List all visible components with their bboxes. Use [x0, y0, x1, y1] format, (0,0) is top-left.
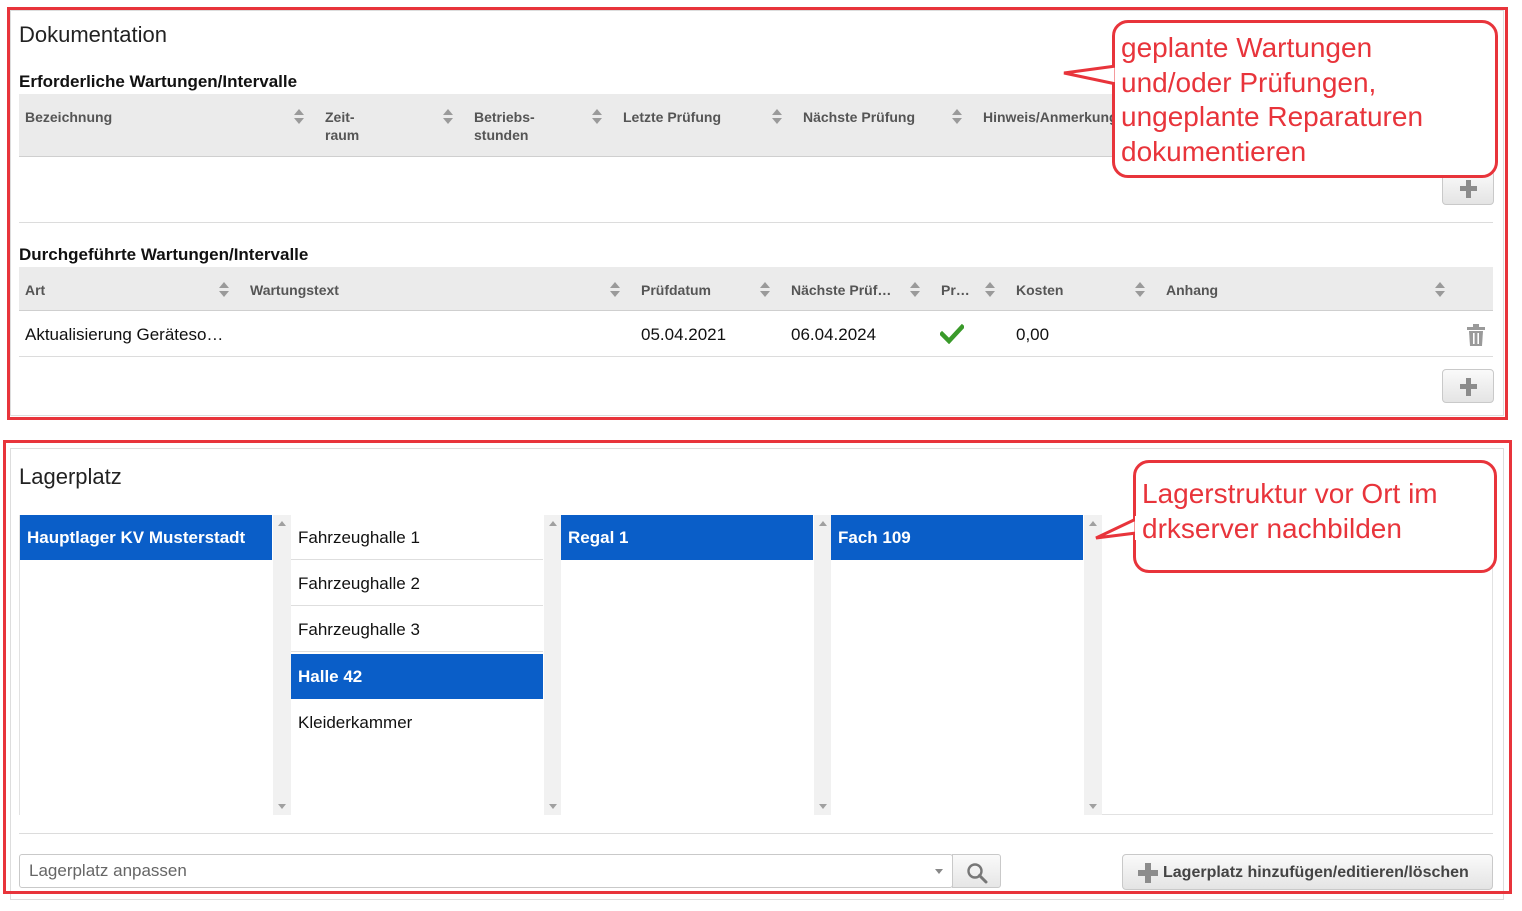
sort-icon[interactable]: [910, 282, 920, 298]
sort-icon[interactable]: [219, 282, 229, 298]
cell-naechste-pruefung: 06.04.2024: [791, 325, 877, 344]
scroll-up-icon[interactable]: [819, 521, 827, 526]
cell-art: Aktualisierung Geräteso…: [25, 325, 224, 344]
scrollbar[interactable]: [544, 515, 562, 815]
divider: [19, 356, 1493, 357]
list-item[interactable]: Kleiderkammer: [291, 700, 543, 745]
divider: [19, 833, 1493, 834]
trash-icon[interactable]: [1466, 324, 1486, 346]
scrollbar[interactable]: [1084, 515, 1102, 815]
sort-icon[interactable]: [294, 109, 304, 125]
list-item[interactable]: Regal 1: [561, 515, 813, 560]
col-header-naechste-pruefung[interactable]: Nächste Prüf…: [791, 281, 891, 299]
col-header-zeitraum[interactable]: Zeit- raum: [325, 108, 359, 144]
col-header-naechste-pruefung[interactable]: Nächste Prüfung: [803, 108, 915, 126]
search-icon: [967, 863, 988, 884]
list-item[interactable]: Fahrzeughalle 3: [291, 607, 543, 652]
list-item[interactable]: Halle 42: [291, 654, 543, 699]
sort-icon[interactable]: [1435, 282, 1445, 298]
sort-icon[interactable]: [772, 109, 782, 125]
storage-list-level-3[interactable]: Regal 1: [561, 515, 832, 815]
col-header-hinweis[interactable]: Hinweis/Anmerkung: [983, 108, 1113, 126]
storage-list-level-2[interactable]: Fahrzeughalle 1 Fahrzeughalle 2 Fahrzeug…: [291, 515, 562, 815]
sort-icon[interactable]: [443, 109, 453, 125]
scroll-up-icon[interactable]: [278, 521, 286, 526]
manage-storage-location-button[interactable]: Lagerplatz hinzufügen/editieren/löschen: [1122, 854, 1493, 890]
sort-icon[interactable]: [592, 109, 602, 125]
storage-list-level-1[interactable]: Hauptlager KV Musterstadt: [20, 515, 291, 815]
callout-pointer: [1063, 63, 1120, 88]
scroll-down-icon[interactable]: [819, 804, 827, 809]
sort-icon[interactable]: [760, 282, 770, 298]
col-header-betriebsstunden[interactable]: Betriebs- stunden: [474, 108, 535, 144]
list-item[interactable]: Hauptlager KV Musterstadt: [20, 515, 272, 560]
list-item[interactable]: Fach 109: [831, 515, 1083, 560]
sort-icon[interactable]: [985, 282, 995, 298]
scrollbar[interactable]: [273, 515, 291, 815]
col-header-anhang[interactable]: Anhang: [1166, 281, 1218, 299]
performed-maintenance-title: Durchgeführte Wartungen/Intervalle: [19, 245, 309, 264]
cell-pruefdatum: 05.04.2021: [641, 325, 727, 344]
col-header-bezeichnung[interactable]: Bezeichnung: [25, 108, 112, 126]
scroll-down-icon[interactable]: [278, 804, 286, 809]
documentation-title: Dokumentation: [19, 22, 167, 47]
storage-title: Lagerplatz: [19, 464, 122, 489]
sort-icon[interactable]: [610, 282, 620, 298]
col-header-kosten[interactable]: Kosten: [1016, 281, 1063, 299]
storage-location-select[interactable]: Lagerplatz anpassen: [19, 854, 953, 888]
cell-kosten: 0,00: [1016, 325, 1050, 344]
list-item[interactable]: Fahrzeughalle 2: [291, 561, 543, 606]
col-header-letzte-pruefung[interactable]: Letzte Prüfung: [623, 108, 721, 126]
annotation-callout-documentation: geplante Wartungen und/oder Prüfungen, u…: [1112, 20, 1498, 178]
performed-table-header: [19, 267, 1493, 311]
scroll-down-icon[interactable]: [549, 804, 557, 809]
check-icon: [940, 324, 964, 344]
col-header-wartungstext[interactable]: Wartungstext: [250, 281, 339, 299]
chevron-down-icon[interactable]: [935, 869, 943, 874]
action-button-label: Lagerplatz hinzufügen/editieren/löschen: [1163, 864, 1469, 881]
sort-icon[interactable]: [952, 109, 962, 125]
required-maintenance-title: Erforderliche Wartungen/Intervalle: [19, 72, 298, 91]
plus-icon: [1138, 863, 1158, 883]
add-performed-button[interactable]: [1442, 369, 1494, 403]
scroll-down-icon[interactable]: [1089, 804, 1097, 809]
col-header-pruefung-ok[interactable]: Pr…: [941, 281, 970, 299]
scrollbar[interactable]: [814, 515, 832, 815]
search-button[interactable]: [952, 854, 1001, 888]
annotation-callout-storage: Lagerstruktur vor Ort im drkserver nachb…: [1133, 460, 1497, 573]
callout-pointer: [1095, 516, 1139, 540]
col-header-pruefdatum[interactable]: Prüfdatum: [641, 281, 711, 299]
sort-icon[interactable]: [1135, 282, 1145, 298]
divider: [19, 222, 1493, 223]
list-item[interactable]: Fahrzeughalle 1: [291, 515, 543, 560]
col-header-art[interactable]: Art: [25, 281, 45, 299]
storage-list-level-4[interactable]: Fach 109: [831, 515, 1102, 815]
scroll-up-icon[interactable]: [549, 521, 557, 526]
